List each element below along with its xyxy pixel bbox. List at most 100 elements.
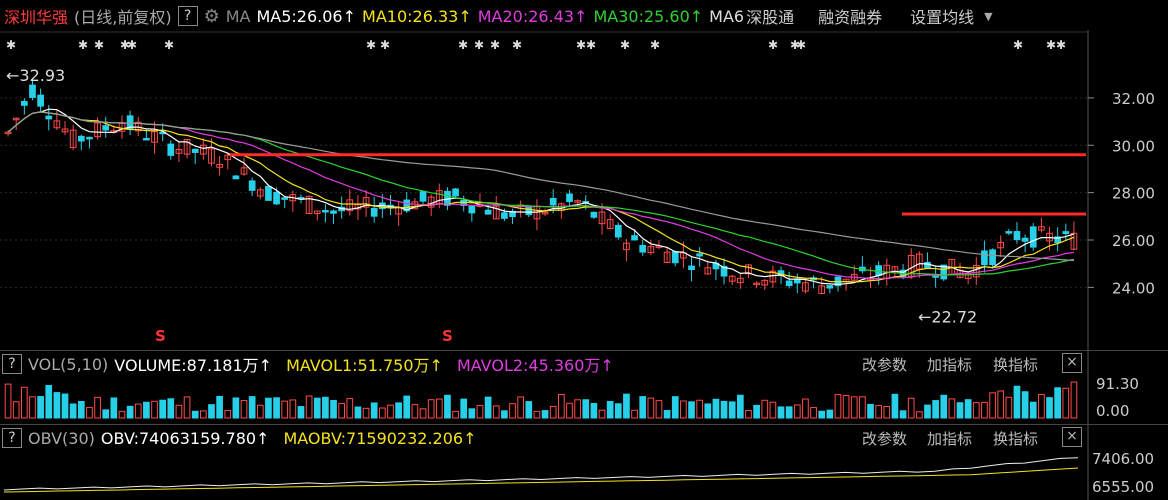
event-marker: ✱ — [1056, 38, 1066, 52]
volume-bar — [932, 400, 939, 419]
volume-bar — [793, 404, 801, 419]
volume-bar — [1054, 387, 1062, 419]
volume-bar — [216, 395, 223, 419]
vol-add-button[interactable]: 加指标 — [927, 354, 972, 375]
volume-bar — [859, 396, 866, 419]
candle-body — [265, 185, 272, 201]
candle-body — [785, 280, 793, 287]
volume-bar — [118, 410, 126, 419]
volume-bar — [891, 393, 899, 419]
volume-bar — [4, 383, 12, 419]
volume-bar — [102, 409, 110, 419]
volume-bar — [110, 397, 118, 419]
volume-bar — [460, 398, 468, 419]
volume-bar — [1013, 385, 1021, 419]
volume-bar — [541, 410, 549, 419]
volume-bar — [598, 409, 606, 419]
candle-body — [20, 101, 28, 106]
volume-bar — [810, 406, 817, 419]
volume-bar — [655, 400, 663, 419]
volume-bar — [680, 400, 687, 419]
volume-bar — [623, 393, 630, 419]
candle-body — [248, 180, 256, 191]
mavol1-value: MAVOL1:51.750万↑ — [286, 356, 443, 375]
obv-close-icon[interactable]: × — [1062, 427, 1082, 447]
event-marker: ✱ — [94, 38, 104, 52]
volume-bar — [175, 404, 183, 419]
help-icon[interactable]: ? — [2, 428, 22, 448]
volume-bar — [1046, 397, 1053, 419]
volume-bar — [566, 402, 573, 419]
candle-body — [102, 125, 110, 131]
volume-bar — [248, 396, 256, 419]
volume-bar — [199, 410, 207, 419]
candle-body — [525, 205, 533, 216]
volume-bar — [322, 396, 329, 419]
candle-body — [981, 250, 988, 266]
candle-body — [45, 115, 53, 120]
volume-bar — [981, 401, 988, 419]
obv-modify-button[interactable]: 改参数 — [862, 428, 907, 449]
candle-body — [419, 191, 427, 202]
event-marker: ✱ — [650, 38, 660, 52]
volume-bar — [1070, 381, 1078, 419]
volume-value: VOLUME:87.181万↑ — [114, 356, 273, 375]
candle-body — [77, 135, 85, 142]
candle-body — [989, 249, 996, 266]
volume-bar — [69, 403, 77, 419]
vol-label[interactable]: VOL(5,10) — [28, 355, 108, 374]
volume-bar — [907, 397, 915, 419]
candle-body — [167, 143, 175, 156]
obv-switch-button[interactable]: 换指标 — [993, 428, 1038, 449]
volume-bar — [818, 410, 826, 419]
volume-bar — [1062, 387, 1070, 419]
vol-axis-top: 91.30 — [1096, 375, 1139, 393]
obv-axis-bottom: 6555.00 — [1092, 478, 1154, 496]
candle-body — [1029, 226, 1037, 248]
event-marker: ✱ — [586, 38, 596, 52]
volume-bar — [444, 394, 451, 419]
volume-bar — [826, 409, 834, 419]
ma20-line — [7, 111, 1074, 280]
volume-bar — [688, 401, 695, 419]
candle-body — [696, 253, 704, 257]
volume-bar — [330, 399, 337, 419]
volume-bar — [370, 402, 378, 419]
volume-bar — [273, 397, 280, 419]
vol-switch-button[interactable]: 换指标 — [993, 354, 1038, 375]
event-marker: ✱ — [768, 38, 778, 52]
volume-bar — [639, 396, 647, 419]
candle-body — [1062, 231, 1070, 235]
volume-bar — [924, 404, 931, 419]
volume-bar — [29, 396, 36, 419]
volume-bar — [850, 396, 858, 419]
volume-bar — [956, 402, 964, 419]
volume-bar — [378, 407, 386, 419]
volume-bar — [557, 394, 565, 419]
volume-bar — [525, 401, 533, 419]
obv-label[interactable]: OBV(30) — [28, 429, 95, 448]
vol-close-icon[interactable]: × — [1062, 353, 1082, 373]
candle-body — [484, 209, 492, 215]
vol-modify-button[interactable]: 改参数 — [862, 354, 907, 375]
volume-bar — [476, 405, 484, 419]
help-icon[interactable]: ? — [2, 354, 22, 374]
candle-body — [1021, 237, 1029, 242]
volume-bar — [704, 403, 712, 419]
volume-bar — [265, 397, 272, 419]
volume-bar — [305, 395, 313, 419]
candle-body — [86, 136, 93, 140]
volume-bar — [948, 398, 956, 419]
volume-bar — [728, 401, 736, 419]
event-marker: ✱ — [458, 38, 468, 52]
candle-body — [590, 211, 598, 218]
volume-bar — [940, 394, 948, 419]
volume-bar — [590, 403, 598, 419]
volume-bar — [183, 396, 191, 419]
volume-bar — [256, 404, 264, 419]
obv-add-button[interactable]: 加指标 — [927, 428, 972, 449]
candle-body — [671, 251, 679, 264]
volume-bar — [671, 396, 679, 419]
volume-bar — [842, 395, 850, 419]
event-marker: ✱ — [127, 38, 137, 52]
